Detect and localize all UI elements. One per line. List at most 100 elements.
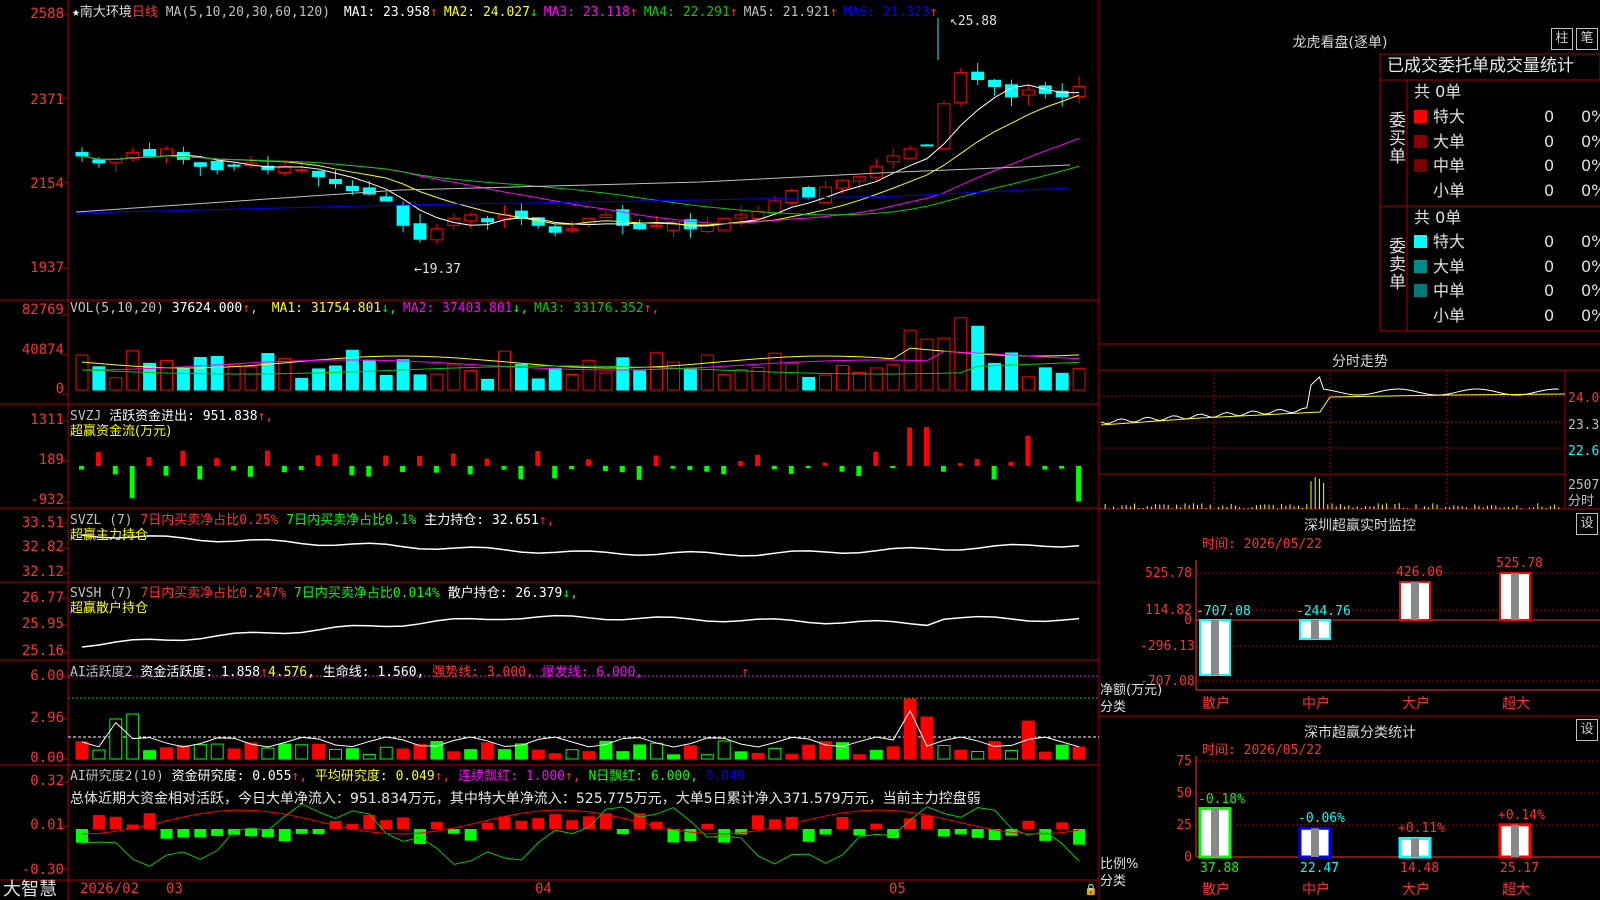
- fund-flow-bar: [755, 454, 760, 466]
- volume-bar: [548, 367, 562, 391]
- fenshi-y-tick: 23.32: [1568, 418, 1600, 433]
- activity-bar: [903, 698, 917, 760]
- order-size-label: 大单: [1433, 131, 1466, 151]
- tab-volume-stats[interactable]: 成交量统计: [1489, 56, 1574, 76]
- ai-research-text: 资金研究度:: [171, 769, 245, 784]
- svsh-sub: 超赢散户持仓: [70, 601, 149, 616]
- svsh-c: 散户持仓:: [447, 586, 508, 601]
- order-count: 0: [1544, 180, 1555, 200]
- volume-bar: [75, 354, 89, 391]
- candle-body: [227, 164, 241, 167]
- monitor-y-tick: 0: [1184, 613, 1192, 628]
- period-label[interactable]: 日线: [132, 5, 158, 20]
- sell-total: 共 0单: [1414, 208, 1462, 227]
- class-value-label: 25.17: [1500, 861, 1540, 876]
- fund-flow-bar: [670, 466, 676, 469]
- candle-body: [734, 214, 748, 219]
- sz-monitor-date: 时间: 2026/05/22: [1202, 537, 1322, 552]
- research-bar: [397, 817, 410, 829]
- sz-class-settings-button[interactable]: 设: [1576, 719, 1598, 741]
- candle-body: [819, 186, 833, 204]
- fund-flow-bar: [602, 466, 608, 471]
- vol-ma-value: MA3: 33176.352: [534, 301, 644, 316]
- order-count: 0: [1544, 256, 1555, 276]
- order-row-sell: 小单 0 0%: [1414, 304, 1600, 328]
- research-bar: [160, 829, 173, 839]
- monitor-bar-shade: [1511, 573, 1519, 620]
- ma-arrow: ↑: [729, 5, 738, 20]
- candle-body: [481, 218, 495, 223]
- activity-bar: [1038, 751, 1052, 760]
- sz-monitor-settings-button[interactable]: 设: [1576, 513, 1598, 535]
- vol-y-tick: 82769: [21, 302, 64, 318]
- fund-flow-bar: [586, 459, 591, 466]
- activity-bar: [683, 745, 697, 760]
- class-change-label: -0.18%: [1198, 791, 1245, 807]
- fund-flow-bar: [771, 466, 777, 470]
- vol-ma-values: MA1: 31754.801↓, MA2: 37403.801↓, MA3: 331…: [266, 301, 660, 316]
- candle-body: [362, 187, 376, 195]
- research-bar: [954, 829, 967, 835]
- class-y-tick: 50: [1176, 786, 1192, 801]
- svsh-value: 26.379: [515, 586, 563, 601]
- fund-flow-bar: [264, 450, 270, 466]
- ma-number: 22.291: [675, 5, 730, 20]
- volume-bar: [1072, 367, 1086, 391]
- activity-bar: [160, 747, 173, 760]
- stock-name[interactable]: 南大环境: [80, 5, 132, 20]
- volume-bar: [160, 359, 173, 391]
- svzl-y-tick: 32.12: [21, 564, 64, 580]
- star-icon[interactable]: ★: [72, 5, 80, 20]
- vol-label: VOL(5,10,20): [70, 301, 164, 316]
- monitor-bar-shade: [1211, 620, 1219, 675]
- research-bar: [447, 829, 460, 834]
- candle-body: [430, 228, 444, 241]
- research-bar: [853, 829, 866, 836]
- volume-bar: [227, 364, 241, 391]
- fund-flow-bar: [704, 466, 710, 472]
- ma-number: 23.118: [575, 5, 630, 20]
- monitor-value-label: 525.78: [1496, 556, 1543, 571]
- app-logo[interactable]: 大智慧: [3, 880, 57, 900]
- research-bar: [295, 829, 308, 834]
- monitor-bar-shade: [1411, 581, 1419, 620]
- fund-flow-bar: [518, 466, 524, 480]
- volume-bar: [329, 365, 342, 391]
- fund-flow-bar: [974, 458, 980, 466]
- candle-body: [160, 148, 173, 157]
- tab-traded[interactable]: 已成交: [1387, 56, 1438, 76]
- research-bar: [1022, 820, 1035, 829]
- class-value-label: 37.88: [1200, 861, 1240, 876]
- continuous-red-value: 1.000: [525, 769, 565, 784]
- candle-body: [396, 205, 410, 226]
- bar-mode-button[interactable]: 柱: [1551, 28, 1573, 50]
- svsh-y-tick: 26.77: [21, 590, 64, 606]
- order-percent: 0%: [1581, 156, 1600, 175]
- volume-bar: [717, 374, 731, 391]
- candle-body: [143, 148, 157, 157]
- volume-bar: [1005, 352, 1018, 391]
- fund-flow-bar: [248, 466, 253, 477]
- lock-icon[interactable]: 🔒: [1084, 882, 1098, 897]
- volume-bar: [836, 364, 849, 391]
- monitor-category-label: 超大: [1502, 696, 1530, 712]
- fund-flow-bar: [400, 466, 406, 473]
- volume-bar: [210, 356, 224, 391]
- activity-bar: [700, 754, 714, 760]
- activity-bar: [548, 753, 562, 760]
- candle-body: [633, 223, 647, 230]
- fund-flow-bar: [450, 453, 456, 466]
- tick-mode-button[interactable]: 笔: [1576, 28, 1598, 50]
- monitor-category-label: 大户: [1402, 696, 1430, 712]
- order-size-label: 小单: [1433, 180, 1466, 200]
- research-bar: [870, 823, 883, 829]
- volume-bar: [176, 367, 190, 391]
- volume-bar: [345, 349, 359, 391]
- volume-bar: [700, 354, 714, 391]
- research-bar: [481, 822, 494, 829]
- volume-bar: [312, 368, 326, 391]
- fund-flow-bar: [163, 466, 169, 476]
- candle-body: [988, 79, 1002, 87]
- tab-orders[interactable]: 委托单: [1438, 56, 1489, 76]
- fenshi-title: 分时走势: [1332, 354, 1388, 370]
